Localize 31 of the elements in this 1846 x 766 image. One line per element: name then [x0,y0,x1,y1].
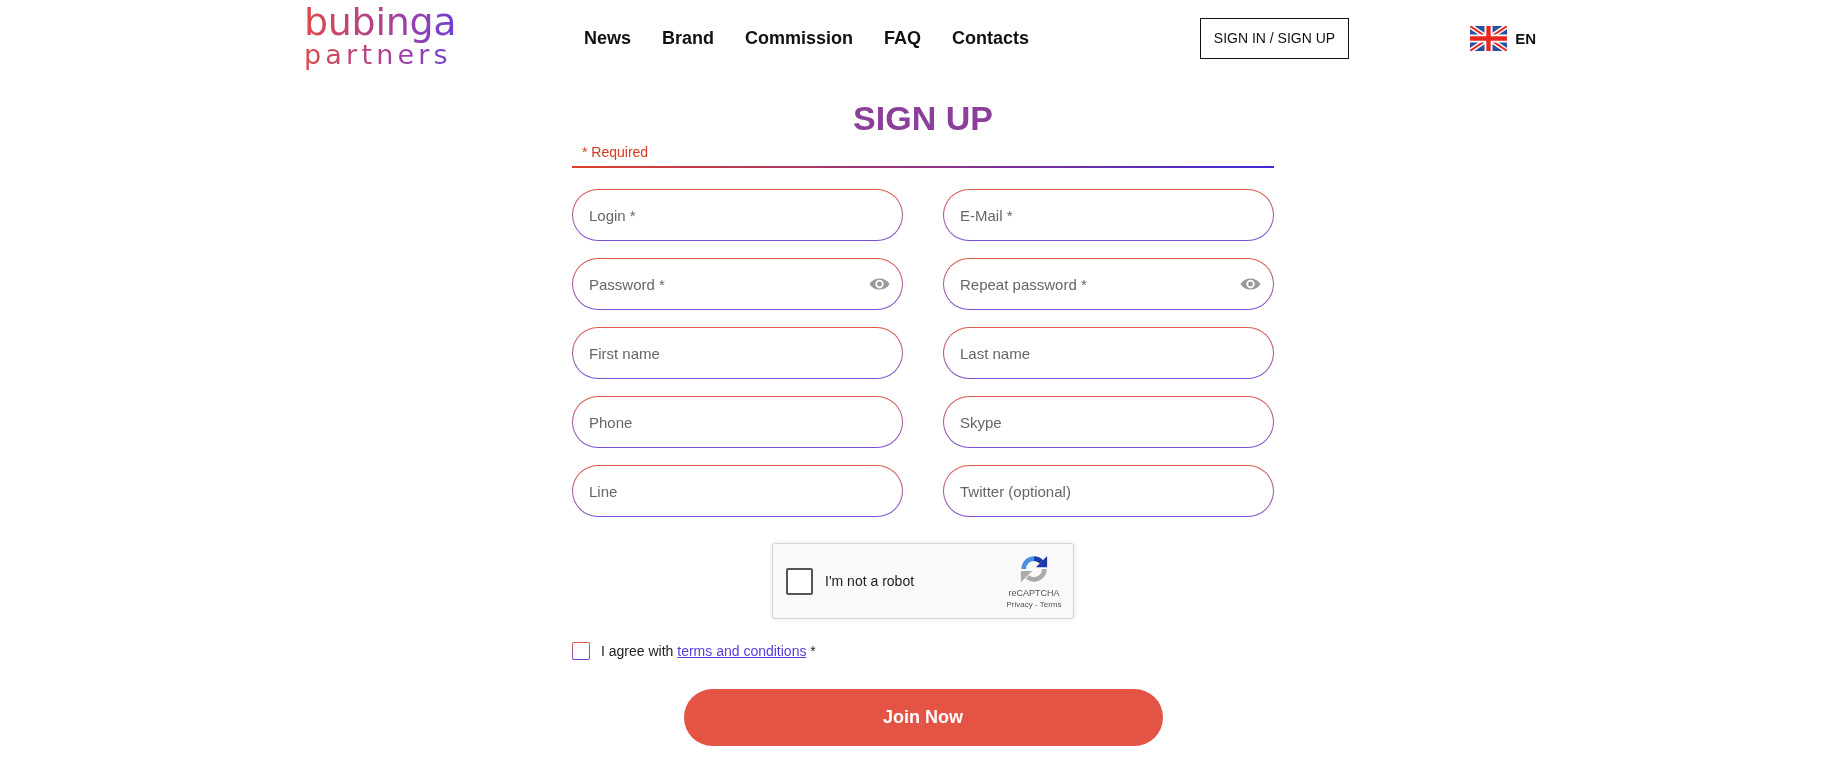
sign-in-button[interactable]: SIGN IN / SIGN UP [1199,17,1350,59]
language-selector[interactable]: EN [1470,25,1536,51]
captcha-legal-links[interactable]: Privacy - Terms [1006,599,1062,610]
flag-icon [1470,25,1508,51]
input-field[interactable]: E-Mail * [943,189,1274,241]
agree-text: I agree with terms and conditions * [601,643,816,659]
eye-icon[interactable] [869,277,890,291]
agree-checkbox[interactable] [572,642,590,660]
nav-link[interactable]: Contacts [952,27,1030,49]
eye-icon[interactable] [1240,277,1261,291]
input-field[interactable]: Twitter (optional) [943,465,1274,517]
recaptcha-brand: reCAPTCHA [1008,588,1060,599]
input-field[interactable]: Login * [572,189,903,241]
circular-arrows-icon [1019,554,1049,584]
nav-link[interactable]: News [584,27,632,49]
input-field[interactable]: Skype [943,396,1274,448]
join-now-button[interactable]: Join Now [683,689,1163,746]
input-field[interactable]: First name [572,327,903,379]
nav-link[interactable]: Brand [662,27,715,49]
password-field[interactable]: Password * [572,258,903,310]
input-field[interactable]: Last name [943,327,1274,379]
captcha-checkbox[interactable] [786,567,813,595]
captcha-label: I'm not a robot [825,573,915,589]
input-field[interactable]: Phone [572,396,903,448]
nav-link[interactable]: FAQ [884,27,922,49]
password-field[interactable]: Repeat password * [943,258,1274,310]
form-title: SIGN UP [853,98,993,138]
required-note: * Required [581,143,649,161]
nav-link[interactable]: Commission [745,27,854,49]
terms-link[interactable]: terms and conditions [677,643,807,659]
input-field[interactable]: Line [572,465,903,517]
